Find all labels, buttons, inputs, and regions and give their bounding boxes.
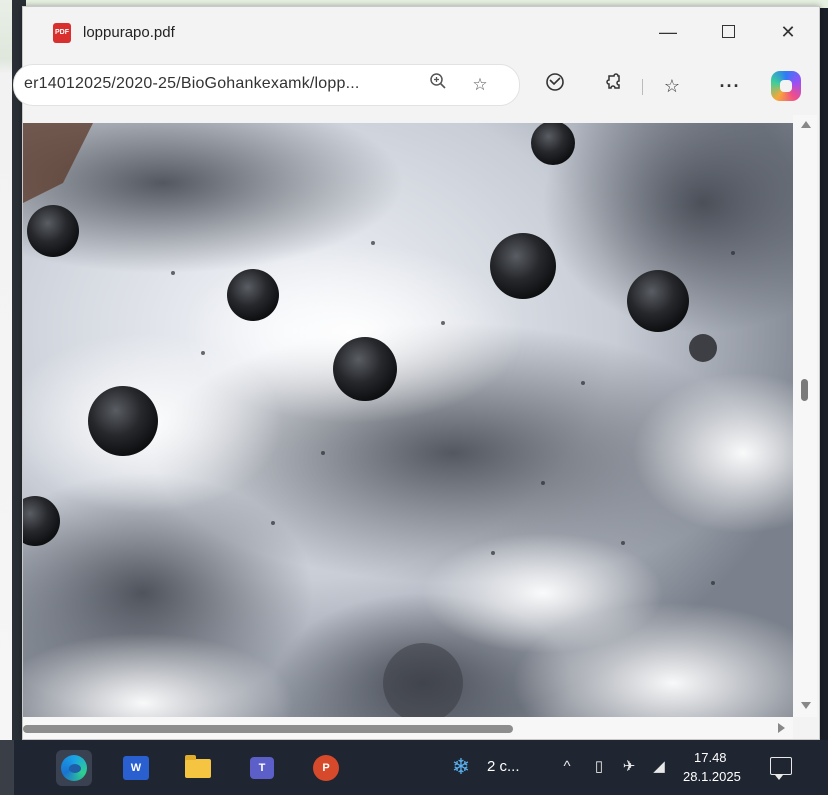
browser-window: PDF loppurapo.pdf — ✕ er14012025/2020-25… (13, 6, 820, 740)
vertical-scroll-thumb[interactable] (801, 379, 808, 401)
edge-taskbar-button[interactable] (56, 750, 92, 786)
show-hidden-icons-chevron-icon[interactable]: ^ (556, 756, 578, 778)
more-icon[interactable]: ··· (713, 69, 747, 103)
address-row: er14012025/2020-25/BioGohankexamk/lopp..… (13, 57, 819, 115)
maximize-button[interactable] (708, 19, 748, 45)
teams-icon: T (250, 757, 274, 779)
close-button[interactable]: ✕ (768, 19, 808, 45)
powerpoint-icon: P (313, 755, 339, 781)
extensions-icon[interactable] (596, 69, 630, 103)
pdf-viewer[interactable] (23, 123, 793, 717)
title-bar: PDF loppurapo.pdf — ✕ (23, 7, 819, 55)
snowflake-weather-icon[interactable]: ❄ (448, 754, 474, 780)
favorites-icon[interactable]: ☆ (655, 69, 689, 103)
toolbar-separator (642, 79, 643, 95)
clock-date[interactable]: 28.1.2025 (683, 769, 741, 784)
minimize-button[interactable]: — (648, 19, 688, 45)
powerpoint-taskbar-button[interactable]: P (308, 750, 344, 786)
taskbar-edge (0, 740, 14, 795)
file-explorer-taskbar-button[interactable] (180, 750, 216, 786)
network-icon[interactable]: ✈ (618, 756, 640, 778)
weather-text[interactable]: 2 c... (487, 758, 520, 775)
device-icon[interactable]: ▯ (588, 756, 610, 778)
zoom-icon[interactable] (424, 71, 452, 99)
scroll-up-arrow[interactable] (801, 121, 811, 128)
url-text[interactable]: er14012025/2020-25/BioGohankexamk/lopp..… (24, 75, 360, 93)
folder-icon (185, 755, 211, 778)
word-icon: W (123, 756, 149, 780)
taskbar: W T P ❄ 2 c... ^ ▯ ✈ ◢ 17.48 28.1.2025 (0, 740, 828, 795)
clock-time[interactable]: 17.48 (694, 750, 727, 765)
scroll-down-arrow[interactable] (801, 702, 811, 709)
maximize-icon (721, 25, 735, 39)
horizontal-scroll-thumb[interactable] (23, 725, 513, 733)
edge-icon (61, 755, 87, 781)
volume-icon[interactable]: ◢ (648, 756, 670, 778)
favorite-star-icon[interactable]: ☆ (466, 71, 494, 99)
tab-title[interactable]: loppurapo.pdf (83, 24, 175, 41)
copilot-icon[interactable] (771, 71, 801, 101)
snow-photo (23, 123, 793, 717)
address-bar[interactable]: er14012025/2020-25/BioGohankexamk/lopp..… (13, 64, 520, 106)
teams-taskbar-button[interactable]: T (244, 750, 280, 786)
vertical-scrollbar[interactable] (793, 115, 817, 717)
word-taskbar-button[interactable]: W (118, 750, 154, 786)
notification-icon[interactable] (770, 757, 792, 780)
pdf-icon: PDF (53, 23, 71, 43)
browser-essentials-icon[interactable] (538, 69, 572, 103)
scroll-right-arrow[interactable] (778, 723, 785, 733)
horizontal-scrollbar[interactable] (23, 717, 793, 739)
